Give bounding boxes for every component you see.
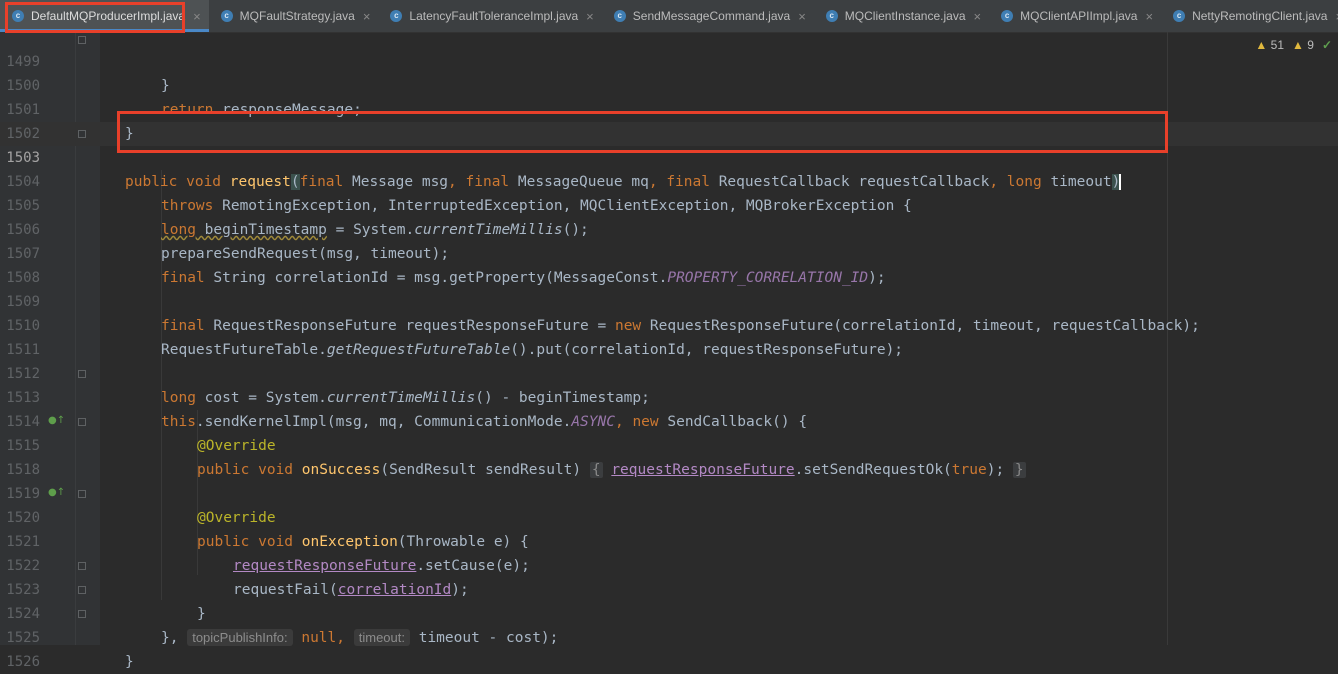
warning-triangle-icon: ▲ (1255, 38, 1268, 52)
code-line[interactable]: 1525 } (0, 602, 1338, 670)
close-icon[interactable]: × (798, 9, 806, 24)
code-line[interactable]: 1518 (0, 434, 1338, 478)
java-class-icon: c (220, 10, 233, 22)
code-line[interactable]: 1519 @Override (0, 458, 1338, 526)
code-line[interactable]: 1501 } (0, 74, 1338, 142)
code-line[interactable]: 1522 requestFail(correlationId); (0, 530, 1338, 598)
fold-toggle-icon[interactable] (78, 586, 86, 594)
line-number: 1526 (6, 654, 40, 670)
implements-method-icon[interactable]: ●↑ (48, 415, 65, 429)
code-line[interactable]: 1502 (0, 98, 1338, 142)
code-line[interactable]: 1511 (0, 314, 1338, 358)
code-line[interactable]: 1513 this.sendKernelImpl(msg, mq, Commun… (0, 362, 1338, 430)
tab-label: MQFaultStrategy.java (239, 9, 355, 23)
weak-warning-triangle-icon: ▲ (1292, 38, 1304, 52)
fold-toggle-icon[interactable] (78, 562, 86, 570)
tab-label: MQClientAPIImpl.java (1020, 9, 1138, 23)
close-icon[interactable]: × (974, 9, 982, 24)
java-class-icon: c (390, 10, 403, 22)
fold-toggle-icon[interactable] (78, 130, 86, 138)
code-line[interactable]: 1506 prepareSendRequest(msg, timeout); (0, 194, 1338, 262)
fold-toggle-icon[interactable] (78, 490, 86, 498)
tab-label: LatencyFaultToleranceImpl.java (409, 9, 579, 23)
tab-label: SendMessageCommand.java (632, 9, 791, 23)
java-class-icon: c (1001, 10, 1014, 22)
code-line[interactable]: 1499 } (0, 26, 1338, 94)
tab-label: MQClientInstance.java (844, 9, 966, 23)
fold-toggle-icon[interactable] (78, 36, 86, 44)
implements-method-icon[interactable]: ●↑ (48, 487, 65, 501)
code-line[interactable]: 1526 (0, 626, 1338, 670)
code-line[interactable]: 1514 @Override (0, 386, 1338, 454)
code-line[interactable]: 1521 requestResponseFuture.setCause(e); (0, 506, 1338, 574)
tab-label: NettyRemotingClient.java (1192, 9, 1328, 23)
code-text: } (125, 654, 134, 670)
code-line[interactable]: 1507 final String correlationId = msg.ge… (0, 218, 1338, 286)
code-line-current[interactable]: 1503 public void request(final Message m… (0, 122, 1338, 190)
check-icon: ✓ (1321, 38, 1332, 52)
code-line[interactable]: 1512 long cost = System.currentTimeMilli… (0, 338, 1338, 406)
close-icon[interactable]: × (193, 9, 201, 24)
inspection-widget[interactable]: ▲ 51 ▲ 9 ✓ (1255, 38, 1332, 52)
fold-toggle-icon[interactable] (78, 418, 86, 426)
java-class-icon: c (613, 10, 626, 22)
close-icon[interactable]: × (1145, 9, 1153, 24)
code-line[interactable]: 1500 return responseMessage; (0, 50, 1338, 118)
close-icon[interactable]: × (586, 9, 594, 24)
code-line[interactable]: 1505 long beginTimestamp = System.curren… (0, 170, 1338, 238)
fold-toggle-icon[interactable] (78, 610, 86, 618)
code-line[interactable]: 1510 RequestFutureTable.getRequestFuture… (0, 290, 1338, 358)
code-line[interactable]: 1504 throws RemotingException, Interrupt… (0, 146, 1338, 214)
java-class-icon: c (1173, 10, 1186, 22)
code-line[interactable]: 1523 } (0, 554, 1338, 622)
java-class-icon: c (825, 10, 838, 22)
weak-warning-count: ▲ 9 (1292, 38, 1314, 52)
code-line[interactable]: 1520 public void onException(Throwable e… (0, 482, 1338, 550)
code-line[interactable]: 1508 (0, 242, 1338, 286)
code-line[interactable]: 1524 }, topicPublishInfo: null, timeout:… (0, 578, 1338, 646)
code-line[interactable]: 1515 public void onSuccess(SendResult se… (0, 410, 1338, 478)
tab-label: DefaultMQProducerImpl.java (31, 9, 186, 23)
java-class-icon: c (12, 10, 24, 22)
warning-count: ▲ 51 (1255, 38, 1285, 52)
code-line[interactable]: 1509 final RequestResponseFuture request… (0, 266, 1338, 334)
close-icon[interactable]: × (363, 9, 371, 24)
fold-toggle-icon[interactable] (78, 370, 86, 378)
